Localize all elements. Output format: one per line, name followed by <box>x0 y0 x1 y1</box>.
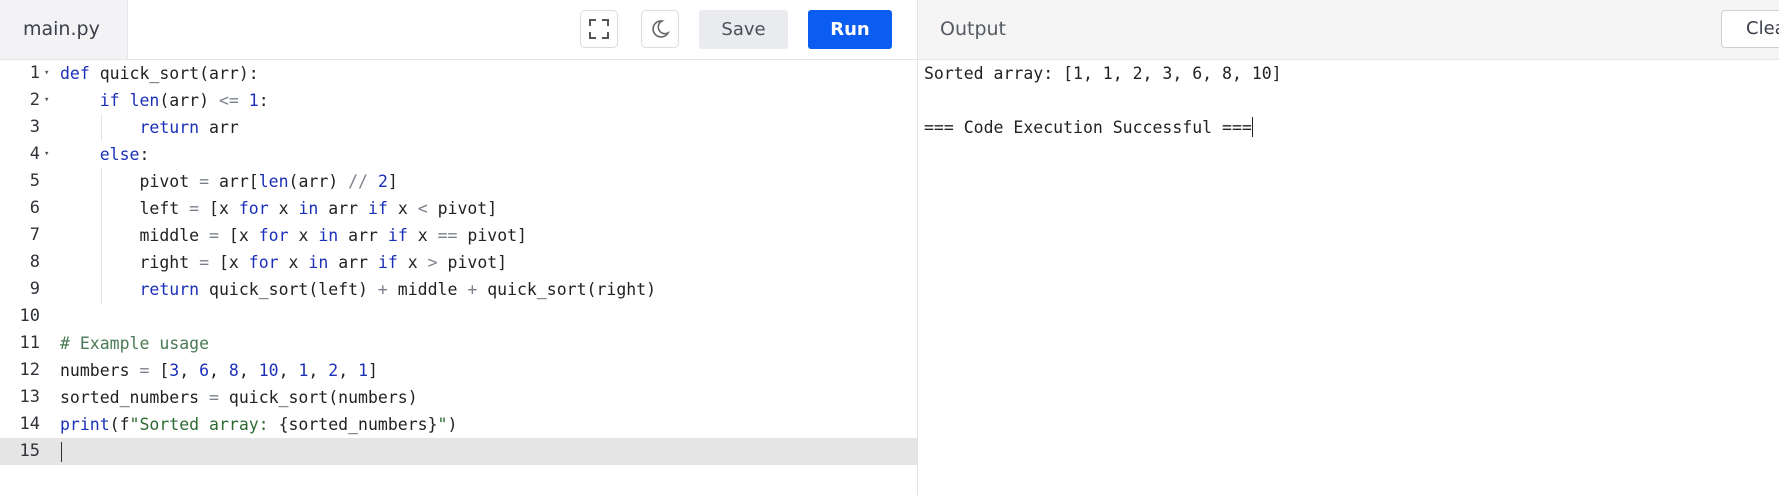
fold-arrow-icon[interactable]: ▾ <box>44 87 54 114</box>
code-line[interactable]: 4 ▾ else: <box>0 141 917 168</box>
line-number: 12 <box>19 360 40 380</box>
line-number: 9 <box>29 279 40 299</box>
code-editor[interactable]: 1 ▾ def quick_sort(arr): 2 ▾ if len(arr)… <box>0 60 917 495</box>
code-line[interactable]: 9 return quick_sort(left) + middle + qui… <box>0 276 917 303</box>
line-number: 11 <box>19 333 40 353</box>
line-number: 7 <box>29 225 40 245</box>
line-number: 3 <box>29 117 40 137</box>
code-line[interactable]: 14 print(f"Sorted array: {sorted_numbers… <box>0 411 917 438</box>
line-number: 10 <box>19 306 40 326</box>
editor-toolbar: main.py Save Run <box>0 0 917 60</box>
save-button[interactable]: Save <box>699 10 788 49</box>
line-number: 1 <box>29 63 40 83</box>
code-line[interactable]: 3 return arr <box>0 114 917 141</box>
run-button[interactable]: Run <box>808 10 892 49</box>
code-line[interactable]: 8 right = [x for x in arr if x > pivot] <box>0 249 917 276</box>
output-pane: Output Clear Sorted array: [1, 1, 2, 3, … <box>918 0 1779 495</box>
fullscreen-icon <box>589 19 609 39</box>
code-line[interactable]: 7 middle = [x for x in arr if x == pivot… <box>0 222 917 249</box>
code-line[interactable]: 10 <box>0 303 917 330</box>
theme-toggle-button[interactable] <box>641 10 679 48</box>
text-caret <box>61 442 62 462</box>
line-number: 2 <box>29 90 40 110</box>
line-number: 5 <box>29 171 40 191</box>
line-number: 4 <box>29 144 40 164</box>
clear-button[interactable]: Clear <box>1721 10 1779 48</box>
output-caret <box>1251 117 1253 137</box>
code-line[interactable]: 12 numbers = [3, 6, 8, 10, 1, 2, 1] <box>0 357 917 384</box>
editor-pane: main.py Save Run 1 ▾ def quick_sort(arr)… <box>0 0 918 495</box>
code-line[interactable]: 11 # Example usage <box>0 330 917 357</box>
code-line[interactable]: 5 pivot = arr[len(arr) // 2] <box>0 168 917 195</box>
output-line: === Code Execution Successful === <box>924 117 1253 137</box>
fold-arrow-icon[interactable]: ▾ <box>44 141 54 168</box>
fullscreen-button[interactable] <box>580 10 618 48</box>
fold-arrow-icon[interactable]: ▾ <box>44 60 54 87</box>
code-line[interactable]: 13 sorted_numbers = quick_sort(numbers) <box>0 384 917 411</box>
output-line: Sorted array: [1, 1, 2, 3, 6, 8, 10] <box>924 64 1282 83</box>
compiler-window: main.py Save Run 1 ▾ def quick_sort(arr)… <box>0 0 1779 495</box>
output-header: Output Clear <box>918 0 1779 60</box>
line-number: 13 <box>19 387 40 407</box>
file-tab-main-py[interactable]: main.py <box>0 0 128 59</box>
output-title: Output <box>940 18 1006 40</box>
code-line[interactable]: 1 ▾ def quick_sort(arr): <box>0 60 917 87</box>
code-line-active[interactable]: 15 <box>0 438 917 465</box>
line-number: 6 <box>29 198 40 218</box>
line-number: 8 <box>29 252 40 272</box>
line-number: 15 <box>19 441 40 461</box>
code-line[interactable]: 2 ▾ if len(arr) <= 1: <box>0 87 917 114</box>
line-number: 14 <box>19 414 40 434</box>
code-line[interactable]: 6 left = [x for x in arr if x < pivot] <box>0 195 917 222</box>
moon-icon <box>652 20 671 38</box>
